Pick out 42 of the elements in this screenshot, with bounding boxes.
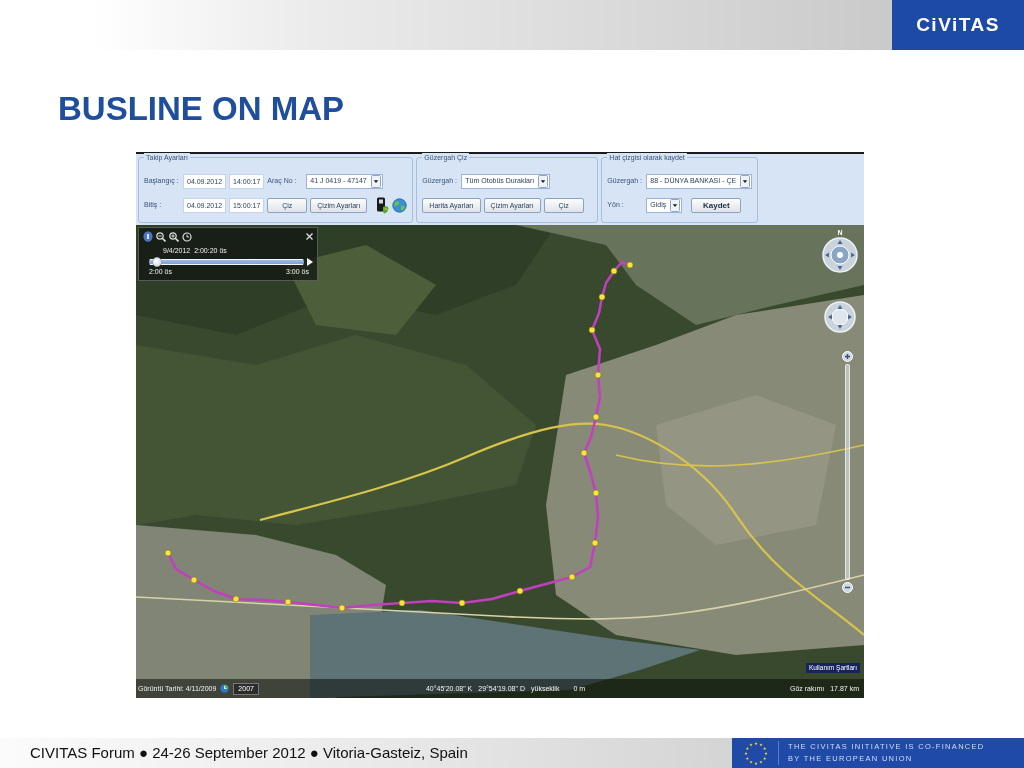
bus-stop-marker xyxy=(398,599,406,607)
bus-stop-marker xyxy=(190,576,198,584)
clock-icon[interactable] xyxy=(182,231,192,242)
caret-icon[interactable] xyxy=(670,199,681,212)
bus-stop-marker xyxy=(232,595,240,603)
bus-stop-marker xyxy=(338,604,346,612)
bus-stop-marker xyxy=(284,598,292,606)
zoom-in-icon[interactable] xyxy=(169,231,179,242)
bus-stop-marker xyxy=(458,599,466,607)
bus-stop-marker xyxy=(610,267,618,275)
caret-icon[interactable] xyxy=(370,175,381,188)
bus-stop-marker xyxy=(580,449,588,457)
bus-stop-marker xyxy=(516,587,524,595)
bus-stop-marker xyxy=(598,293,606,301)
zoom-out-icon[interactable] xyxy=(156,231,166,242)
footer-text: CIVITAS Forum ● 24-26 September 2012 ● Vitoria-Gasteiz, Spain xyxy=(30,742,468,763)
play-icon[interactable] xyxy=(307,258,313,266)
pan-control-icon[interactable] xyxy=(824,301,856,333)
zoom-slider-track[interactable] xyxy=(845,364,850,580)
close-icon[interactable] xyxy=(306,233,313,240)
bus-stop-marker xyxy=(568,573,576,581)
time-slider-thumb[interactable] xyxy=(151,257,162,267)
caret-icon[interactable] xyxy=(740,175,751,188)
civitas-logo: CiViTAS xyxy=(892,0,1024,50)
toolbar-button[interactable]: Kaydet xyxy=(691,198,742,213)
bus-stop-marker xyxy=(588,326,596,334)
clock-icon[interactable] xyxy=(220,684,230,693)
caret-icon[interactable] xyxy=(538,175,549,188)
globe-icon[interactable] xyxy=(392,198,408,213)
bus-stop-marker xyxy=(592,413,600,421)
phone-icon[interactable] xyxy=(376,197,390,214)
bus-stop-marker xyxy=(626,261,634,269)
zoom-in-icon[interactable] xyxy=(842,351,853,362)
info-icon[interactable] xyxy=(143,231,153,242)
bus-stop-marker xyxy=(592,489,600,497)
bus-stop-marker xyxy=(164,549,172,557)
time-slider-track[interactable] xyxy=(149,257,304,267)
zoom-out-icon[interactable] xyxy=(842,582,853,593)
bus-stop-marker xyxy=(594,371,602,379)
slide-title: BUSLINE ON MAP xyxy=(58,92,344,125)
bus-stop-marker xyxy=(591,539,599,547)
compass-icon[interactable] xyxy=(822,237,858,273)
